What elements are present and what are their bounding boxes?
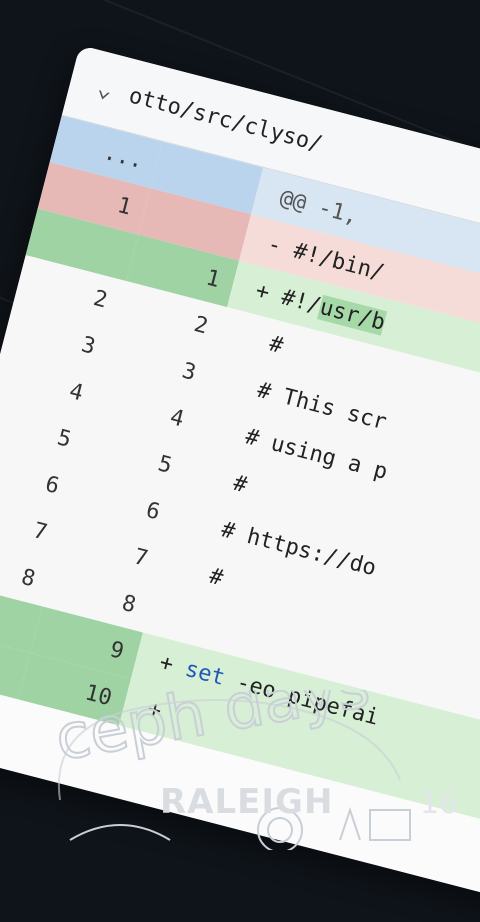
code-keyword: set bbox=[182, 656, 228, 691]
ceph-days-logo-art: ceph days bbox=[49, 690, 411, 850]
city-label: RALEIGH bbox=[160, 782, 334, 822]
code-highlight: usr/b bbox=[317, 294, 388, 336]
event-logo: ceph days RALEIGH bbox=[40, 690, 480, 850]
logo-wordmark: ceph days bbox=[50, 690, 375, 775]
code-prefix: + #!/ bbox=[253, 277, 324, 319]
slide-number: 16 bbox=[419, 786, 458, 821]
chevron-down-icon[interactable]: ⌄ bbox=[95, 73, 116, 104]
